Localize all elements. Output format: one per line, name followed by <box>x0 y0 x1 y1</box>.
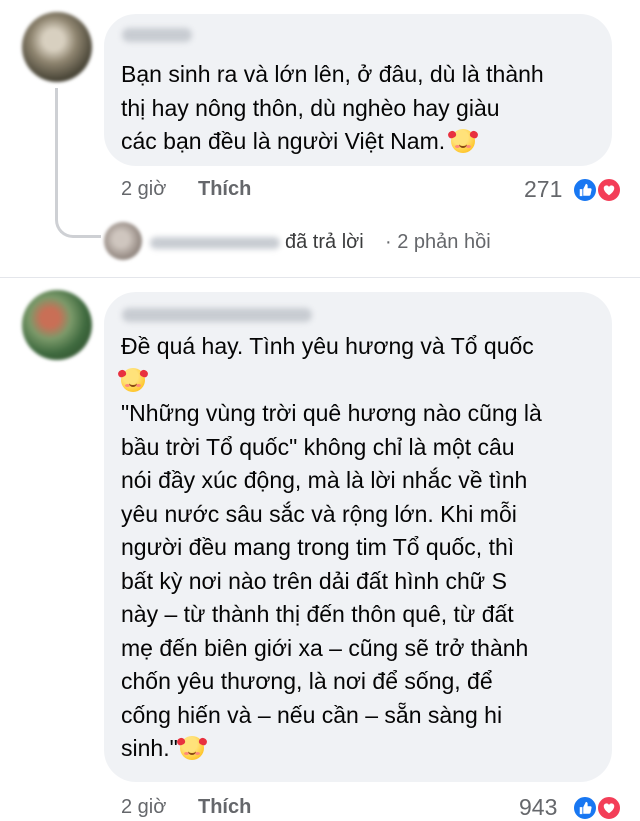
comment-body: Bạn sinh ra và lớn lên, ở đâu, dù là thà… <box>121 61 544 154</box>
reply-author-name[interactable] <box>150 237 280 249</box>
comment-author-name[interactable] <box>122 28 192 42</box>
smiling-face-with-hearts-icon <box>179 736 204 760</box>
like-comment-button[interactable]: Thích <box>198 178 251 201</box>
reaction-count[interactable]: 271 <box>524 176 562 203</box>
thread-connector-line <box>55 88 101 238</box>
comment-text: Bạn sinh ra và lớn lên, ở đâu, dù là thà… <box>121 58 610 159</box>
reply-avatar[interactable] <box>104 222 142 260</box>
comment-body-rest: "Những vùng trời quê hương nào cũng là b… <box>121 400 542 761</box>
comment-divider <box>0 277 640 278</box>
love-icon <box>596 795 622 821</box>
avatar[interactable] <box>22 12 92 82</box>
smiling-face-with-hearts-icon <box>121 367 145 392</box>
like-icon <box>572 177 598 203</box>
reaction-count[interactable]: 943 <box>519 794 557 821</box>
avatar[interactable] <box>22 290 92 360</box>
reply-count-link[interactable]: · 2 phản hồi <box>385 231 491 254</box>
comment-text: Đề quá hay. Tình yêu hương và Tổ quốc "N… <box>121 330 610 766</box>
comment-body-line1: Đề quá hay. Tình yêu hương và Tổ quốc <box>121 333 534 359</box>
reply-action-text[interactable]: đã trả lời <box>285 231 364 254</box>
like-icon <box>572 795 598 821</box>
love-icon <box>596 177 622 203</box>
comment-timestamp[interactable]: 2 giờ <box>121 178 166 201</box>
smiling-face-with-hearts-icon <box>451 129 476 153</box>
comment-author-name[interactable] <box>122 308 312 322</box>
